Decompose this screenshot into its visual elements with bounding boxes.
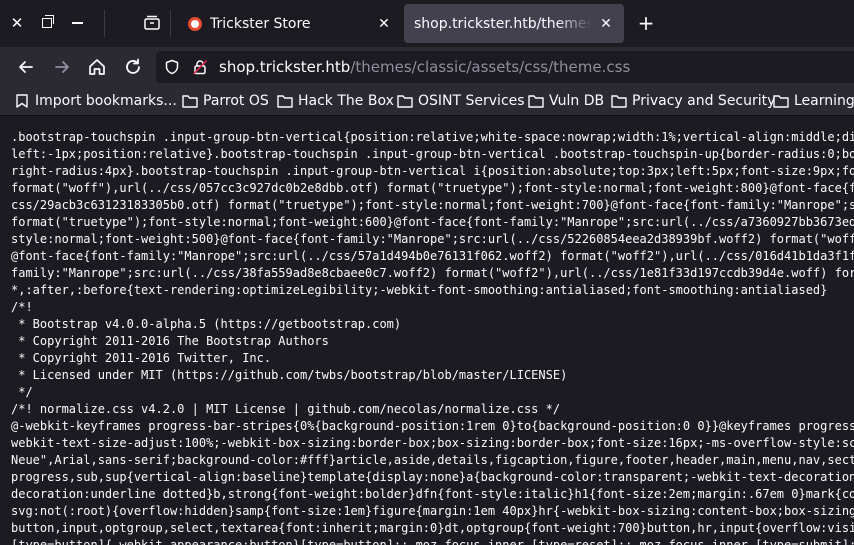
code-line: progress,sub,sup{vertical-align:baseline… — [11, 470, 854, 484]
code-line: Neue",Arial,sans-serif;background-color:… — [11, 453, 854, 467]
tab-title: Trickster Store — [210, 15, 311, 32]
code-line: webkit-text-size-adjust:100%;-webkit-box… — [11, 436, 854, 450]
import-icon — [16, 94, 28, 108]
home-icon[interactable] — [87, 57, 107, 77]
reload-icon[interactable] — [123, 57, 143, 77]
code-line: button,input,optgroup,select,textarea{fo… — [11, 521, 854, 535]
tab-theme-css[interactable]: shop.trickster.htb/themes/classic/assets… — [404, 4, 624, 43]
code-line: */ — [11, 385, 33, 399]
tab-list-icon[interactable] — [143, 14, 161, 32]
url-bar[interactable]: shop.trickster.htb/themes/classic/assets… — [156, 51, 854, 83]
divider — [170, 10, 171, 37]
bookmark-label: OSINT Services — [418, 93, 525, 109]
back-arrow-icon[interactable] — [16, 57, 36, 77]
code-line: [type=button]{-webkit-appearance:button}… — [11, 538, 854, 545]
bookmark-folder-hack-the-box[interactable]: Hack The Box — [277, 91, 394, 111]
folder-icon — [397, 95, 413, 108]
window-minimize-icon[interactable] — [68, 14, 86, 32]
bookmark-folder-privacy-and-security[interactable]: Privacy and Security — [611, 91, 775, 111]
trickster-favicon-icon — [188, 16, 202, 31]
new-tab-icon[interactable]: + — [637, 11, 655, 35]
insecure-lock-icon[interactable] — [192, 59, 208, 75]
bookmark-label: Vuln DB — [549, 93, 605, 109]
code-line: format("truetype");font-style:normal;fon… — [11, 215, 854, 229]
shield-icon[interactable] — [164, 59, 180, 75]
code-line: family:"Manrope";src:url(../css/38fa559a… — [11, 266, 854, 280]
tab-close-icon[interactable]: ✕ — [376, 16, 392, 32]
code-line: /*! — [11, 300, 33, 314]
code-line: right-radius:4px}.bootstrap-touchspin .i… — [11, 164, 854, 178]
code-line: * Bootstrap v4.0.0-alpha.5 (https://getb… — [11, 317, 402, 331]
folder-icon — [773, 95, 789, 108]
code-line: decoration:underline dotted}b,strong{fon… — [11, 487, 854, 501]
code-line: /*! normalize.css v4.2.0 | MIT License |… — [11, 402, 561, 416]
css-source-view[interactable]: .bootstrap-touchspin .input-group-btn-ve… — [0, 116, 854, 545]
tab-title: shop.trickster.htb/themes/classic/assets… — [414, 15, 592, 32]
bookmark-label: Learning — [794, 93, 854, 109]
window-close-icon[interactable]: ✕ — [8, 14, 26, 32]
code-line: svg:not(:root){overflow:hidden}samp{font… — [11, 504, 854, 518]
tab-strip: ✕ Trickster Store ✕ shop.trickster.htb/t… — [0, 0, 854, 47]
folder-icon — [528, 95, 544, 108]
url-path: /themes/classic/assets/css/theme.css — [350, 58, 631, 76]
code-line: * Licensed under MIT (https://github.com… — [11, 368, 568, 382]
code-line: style:normal;font-weight:500}@font-face{… — [11, 232, 854, 246]
bookmark-label: Privacy and Security — [632, 93, 776, 109]
forward-arrow-icon[interactable] — [52, 57, 72, 77]
code-line: css/29acb3c63123183305b0.otf) format("tr… — [11, 198, 854, 212]
nav-bar: shop.trickster.htb/themes/classic/assets… — [0, 47, 854, 87]
bookmark-folder-parrot-os[interactable]: Parrot OS — [182, 91, 269, 111]
tab-close-icon[interactable]: ✕ — [598, 16, 614, 32]
code-line: @font-face{font-family:"Manrope";src:url… — [11, 249, 854, 263]
bookmark-label: Parrot OS — [203, 93, 269, 109]
code-line: format("woff"),url(../css/057cc3c927dc0b… — [11, 181, 854, 195]
code-line: * Copyright 2011-2016 The Bootstrap Auth… — [11, 334, 329, 348]
url-text[interactable]: shop.trickster.htb/themes/classic/assets… — [219, 58, 630, 76]
bookmark-label: Hack The Box — [298, 93, 394, 109]
tab-trickster-store[interactable]: Trickster Store ✕ — [178, 4, 402, 43]
bookmark-folder-learning[interactable]: Learning — [773, 91, 854, 111]
bookmarks-toolbar: Import bookmarks... Parrot OS Hack The B… — [0, 87, 854, 116]
code-line: left:-1px;position:relative}.bootstrap-t… — [11, 147, 854, 161]
folder-icon — [611, 95, 627, 108]
bookmark-label: Import bookmarks... — [35, 93, 177, 109]
bookmark-import[interactable]: Import bookmarks... — [14, 91, 177, 111]
url-host: shop.trickster.htb — [219, 58, 351, 76]
folder-icon — [182, 95, 198, 108]
code-line: * Copyright 2011-2016 Twitter, Inc. — [11, 351, 272, 365]
window-restore-icon[interactable] — [38, 14, 56, 32]
bookmark-folder-osint-services[interactable]: OSINT Services — [397, 91, 525, 111]
folder-icon — [277, 95, 293, 108]
code-line: .bootstrap-touchspin .input-group-btn-ve… — [11, 130, 854, 144]
bookmark-folder-vuln-db[interactable]: Vuln DB — [528, 91, 604, 111]
code-line: @-webkit-keyframes progress-bar-stripes{… — [11, 419, 854, 433]
code-line: *,:after,:before{text-rendering:optimize… — [11, 283, 828, 297]
divider — [104, 10, 105, 37]
